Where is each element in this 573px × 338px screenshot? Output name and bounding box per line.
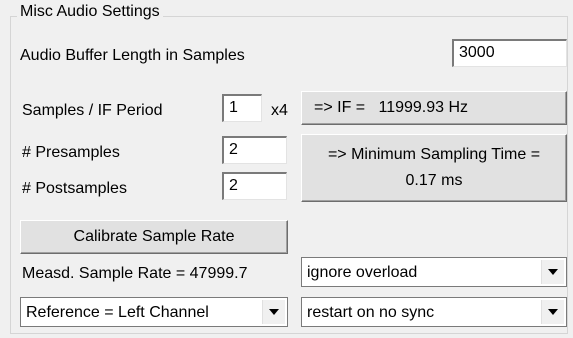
overload-select-value: ignore overload	[307, 264, 418, 281]
chevron-down-icon[interactable]	[541, 260, 564, 284]
if-frequency-button[interactable]: => IF = 11999.93 Hz	[301, 91, 567, 125]
group-title: Misc Audio Settings	[17, 3, 163, 21]
calibrate-sample-rate-button[interactable]: Calibrate Sample Rate	[20, 220, 288, 254]
sync-select[interactable]: restart on no sync	[301, 297, 567, 327]
minimum-sampling-time-button[interactable]: => Minimum Sampling Time = 0.17 ms	[301, 134, 567, 202]
presamples-input[interactable]: 2	[222, 136, 287, 164]
chevron-down-icon[interactable]	[262, 300, 285, 324]
buffer-length-input[interactable]: 3000	[452, 39, 567, 67]
postsamples-input[interactable]: 2	[222, 172, 287, 200]
samples-if-period-input[interactable]: 1	[222, 94, 262, 122]
samples-if-period-label: Samples / IF Period	[22, 102, 163, 119]
reference-channel-select[interactable]: Reference = Left Channel	[20, 297, 288, 327]
samples-multiplier-label: x4	[271, 102, 288, 119]
overload-select[interactable]: ignore overload	[301, 257, 567, 287]
presamples-label: # Presamples	[22, 144, 120, 161]
if-frequency-label: => IF = 11999.93 Hz	[314, 99, 469, 116]
minimum-sampling-time-line2: 0.17 ms	[405, 172, 463, 189]
buffer-length-label: Audio Buffer Length in Samples	[20, 47, 245, 64]
postsamples-label: # Postsamples	[22, 180, 127, 197]
sync-select-value: restart on no sync	[307, 304, 435, 321]
reference-channel-select-value: Reference = Left Channel	[26, 304, 209, 321]
measured-sample-rate-label: Measd. Sample Rate = 47999.7	[22, 265, 248, 282]
chevron-down-icon[interactable]	[541, 300, 564, 324]
calibrate-sample-rate-label: Calibrate Sample Rate	[73, 228, 235, 245]
minimum-sampling-time-line1: => Minimum Sampling Time =	[327, 146, 541, 163]
